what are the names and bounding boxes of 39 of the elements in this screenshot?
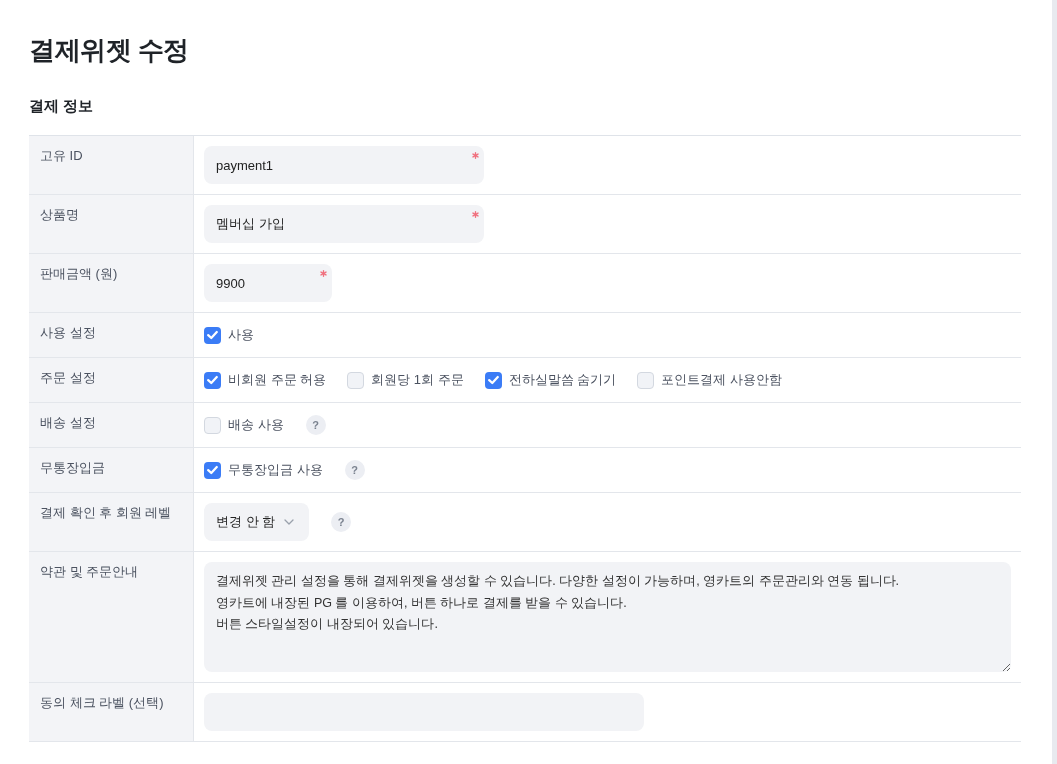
checkbox-label: 무통장입금 사용 <box>228 461 323 479</box>
field-label: 배송 설정 <box>40 414 97 432</box>
checkbox[interactable] <box>637 371 655 389</box>
checkmark-icon <box>207 465 218 475</box>
text-field[interactable]: payment1 <box>204 146 484 184</box>
checkbox[interactable] <box>204 416 221 434</box>
level-select[interactable]: 변경 안 함 <box>204 503 309 541</box>
field-label: 고유 ID <box>40 147 84 165</box>
help-button[interactable]: ? <box>344 460 365 480</box>
field-label: 판매금액 (원) <box>40 265 119 283</box>
checkbox[interactable] <box>347 371 365 389</box>
page-title: 결제위젯 수정 <box>29 34 189 67</box>
section-title: 결제 정보 <box>29 96 94 116</box>
field-label: 무통장입금 <box>40 459 106 477</box>
text-field[interactable]: 9900 <box>204 264 332 302</box>
field-label: 상품명 <box>40 206 80 224</box>
field-label: 약관 및 주문안내 <box>40 563 140 581</box>
checkbox[interactable] <box>484 371 502 389</box>
text-field[interactable]: 멤버십 가입 <box>204 205 484 243</box>
field-label: 동의 체크 라벨 (선택) <box>40 694 165 712</box>
checkbox-label: 회원당 1회 주문 <box>371 371 464 389</box>
checkmark-icon <box>207 330 218 340</box>
checkbox-label: 비회원 주문 허용 <box>228 371 327 389</box>
checkbox-label: 포인트결제 사용안함 <box>661 371 782 389</box>
checkbox-label: 전하실말씀 숨기기 <box>508 371 617 389</box>
checkbox[interactable] <box>204 326 221 344</box>
field-label: 주문 설정 <box>40 369 97 387</box>
field-label: 결제 확인 후 회원 레벨 <box>40 504 173 522</box>
help-button[interactable]: ? <box>305 415 326 435</box>
checkmark-icon <box>487 375 499 385</box>
checkbox-label: 사용 <box>228 326 254 344</box>
help-button[interactable]: ? <box>331 512 351 532</box>
checkmark-icon <box>207 375 218 385</box>
checkbox[interactable] <box>204 461 221 479</box>
checkbox[interactable] <box>204 371 221 389</box>
field-label: 사용 설정 <box>40 324 97 342</box>
chevron-down-icon <box>284 519 294 525</box>
checkbox-label: 배송 사용 <box>228 416 284 434</box>
textarea-field[interactable]: 결제위젯 관리 설정을 통해 결제위젯을 생성할 수 있습니다. 다양한 설정이 가능하며, 영카트의 주문관리와 연동 됩니다. 영카트에 내장된 PG 를 이용하여, 버튼 하나로 결제를 받을 수 있습니다. 버튼 스타일설정이 내장되어 있습니다. <box>204 562 1011 672</box>
